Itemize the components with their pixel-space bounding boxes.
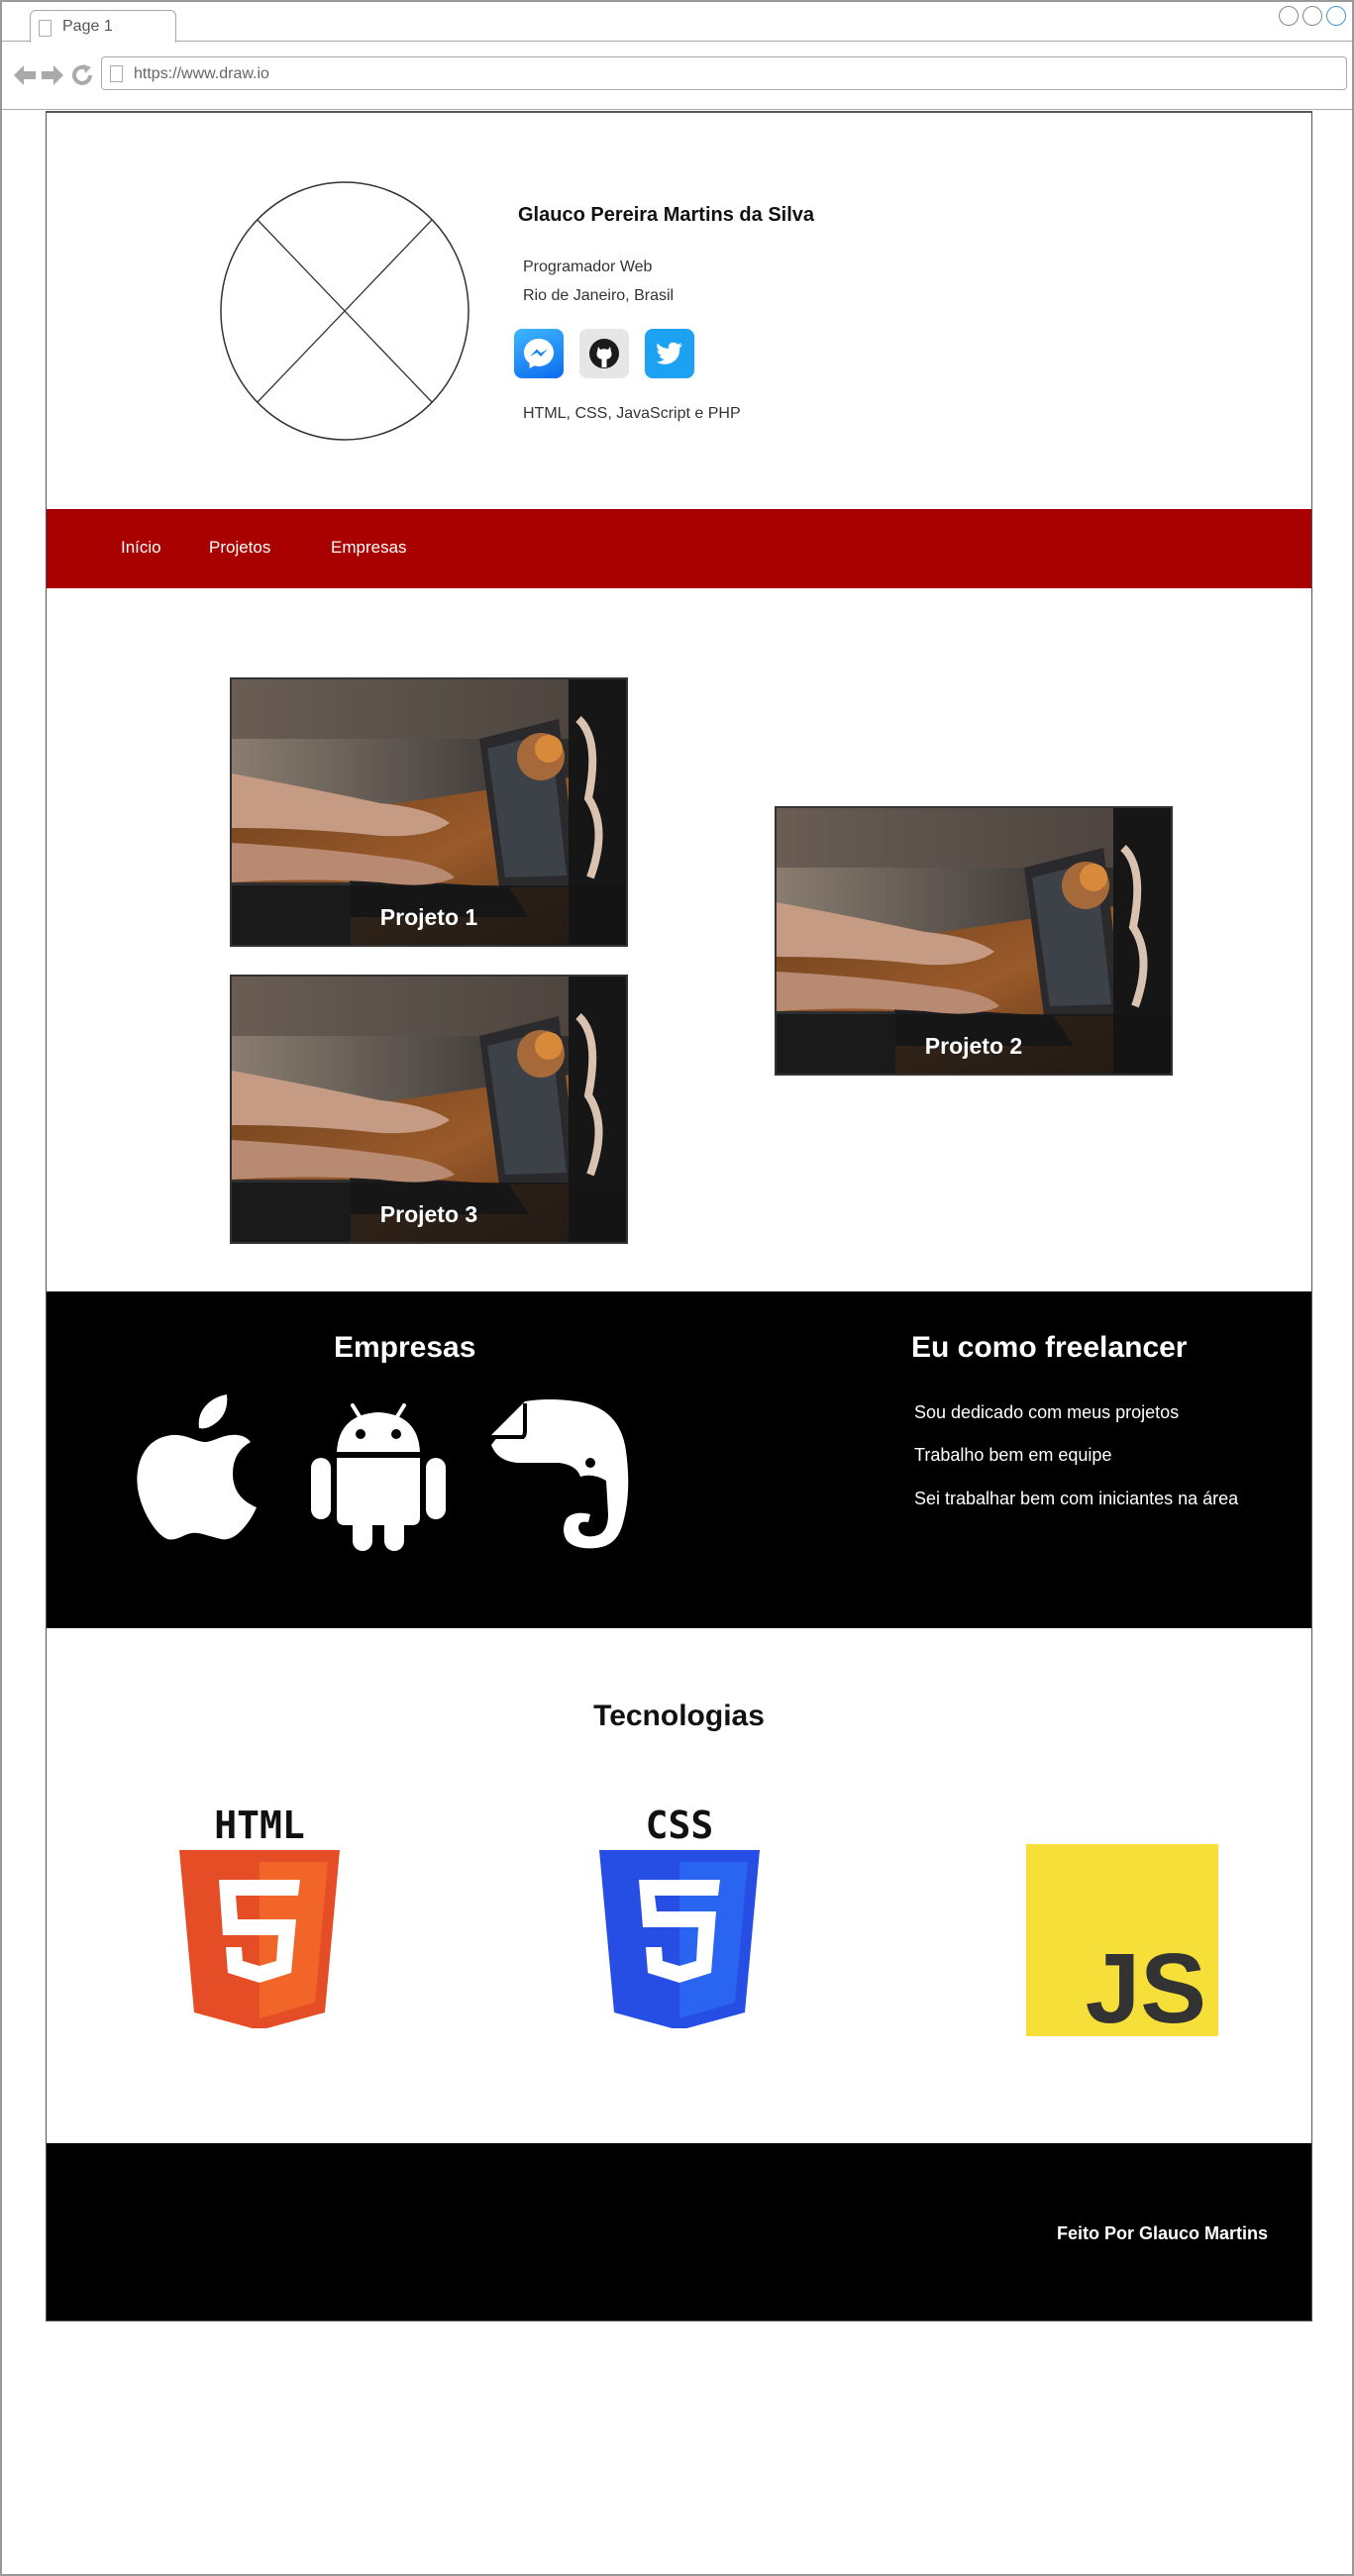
avatar-placeholder xyxy=(220,181,469,441)
js-logo-text: JS xyxy=(1086,1933,1206,2036)
url-field[interactable]: https://www.draw.io xyxy=(101,56,1347,90)
minimize-button[interactable] xyxy=(1279,6,1299,26)
css3-logo: CSS xyxy=(599,1803,760,2033)
evernote-logo xyxy=(489,1395,630,1557)
apple-logo xyxy=(134,1391,310,1546)
profile-name: Glauco Pereira Martins da Silva xyxy=(518,204,815,226)
github-icon[interactable] xyxy=(579,329,629,378)
project-title: Projeto 2 xyxy=(924,1033,1023,1059)
page-icon xyxy=(110,65,123,82)
html-logo-text: HTML xyxy=(214,1803,305,1847)
address-bar: https://www.draw.io xyxy=(2,43,1352,110)
freelancer-item: Trabalho bem em equipe xyxy=(914,1445,1112,1465)
browser-window: Page 1 https://www.draw.io Glauco Pereir… xyxy=(0,0,1354,2576)
back-icon[interactable] xyxy=(12,62,38,88)
forward-icon[interactable] xyxy=(40,62,65,88)
freelancer-item: Sou dedicado com meus projetos xyxy=(914,1402,1180,1422)
close-button[interactable] xyxy=(1326,6,1346,26)
profile-location: Rio de Janeiro, Brasil xyxy=(523,287,675,304)
project-title: Projeto 1 xyxy=(379,904,478,930)
nav-item-projetos[interactable]: Projetos xyxy=(209,538,270,558)
css-logo-text: CSS xyxy=(646,1803,714,1847)
browser-tab[interactable]: Page 1 xyxy=(30,10,176,43)
profile-skills: HTML, CSS, JavaScript e PHP xyxy=(523,405,741,422)
project-card-3[interactable]: Projeto 3 xyxy=(230,975,628,1244)
page-footer: Feito Por Glauco Martins xyxy=(47,2143,1311,2320)
profile-role: Programador Web xyxy=(523,258,653,275)
project-card-2[interactable]: Projeto 2 xyxy=(775,806,1173,1076)
html5-logo: HTML xyxy=(179,1803,340,2033)
technologies-title: Tecnologias xyxy=(593,1700,765,1732)
projects-section: Projeto 1 Projeto 2 Projeto 3 xyxy=(47,588,1311,1291)
tab-bar: Page 1 xyxy=(2,2,1352,43)
maximize-button[interactable] xyxy=(1302,6,1322,26)
web-page: Glauco Pereira Martins da Silva Programa… xyxy=(46,111,1312,2321)
javascript-logo: JS xyxy=(1026,1844,1218,2044)
nav-item-empresas[interactable]: Empresas xyxy=(331,538,407,558)
companies-title: Empresas xyxy=(334,1331,476,1364)
social-links xyxy=(514,329,694,378)
freelancer-title: Eu como freelancer xyxy=(911,1331,1188,1364)
profile-header: Glauco Pereira Martins da Silva Programa… xyxy=(47,113,1311,509)
url-text: https://www.draw.io xyxy=(134,65,269,82)
companies-section: Empresas Eu como freelancer Sou dedicado… xyxy=(47,1291,1311,1628)
messenger-icon[interactable] xyxy=(514,329,564,378)
tab-label: Page 1 xyxy=(62,18,113,35)
freelancer-item: Sei trabalhar bem com iniciantes na área xyxy=(914,1489,1239,1508)
technologies-section: Tecnologias HTML CSS JS xyxy=(47,1628,1311,2143)
project-title: Projeto 3 xyxy=(379,1201,478,1227)
page-icon xyxy=(39,20,52,37)
window-controls xyxy=(1279,6,1346,26)
footer-credit: Feito Por Glauco Martins xyxy=(1056,2223,1268,2243)
twitter-icon[interactable] xyxy=(645,329,694,378)
main-navbar: Início Projetos Empresas xyxy=(47,509,1311,588)
android-logo xyxy=(309,1400,448,1556)
nav-item-inicio[interactable]: Início xyxy=(121,538,161,558)
reload-icon[interactable] xyxy=(69,62,95,88)
project-card-1[interactable]: Projeto 1 xyxy=(230,677,628,947)
